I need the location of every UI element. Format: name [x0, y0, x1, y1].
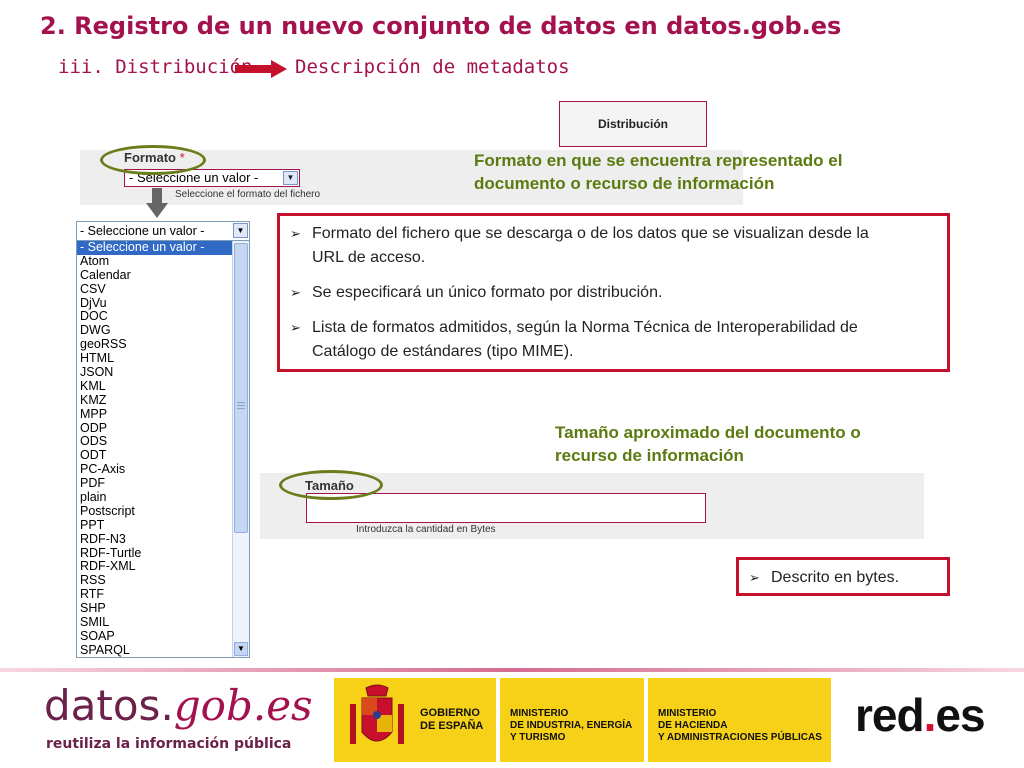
listbox-option[interactable]: RDF-N3: [77, 532, 233, 547]
tamano-input[interactable]: [306, 493, 706, 523]
note-line: documento o recurso de información: [474, 174, 775, 193]
distribution-tab-label: Distribución: [597, 117, 668, 131]
listbox-option[interactable]: DWG: [77, 323, 233, 338]
formato-description-note: Formato en que se encuentra representado…: [474, 149, 924, 195]
gov-text-line: DE ESPAÑA: [420, 720, 484, 732]
bullet-arrow-icon: ➢: [749, 570, 760, 585]
chevron-down-icon[interactable]: ▼: [233, 223, 248, 238]
coat-of-arms-icon: [350, 684, 404, 744]
scrollbar-thumb[interactable]: [234, 243, 248, 533]
listbox-option[interactable]: MPP: [77, 407, 233, 422]
note-line: Formato en que se encuentra representado…: [474, 151, 843, 170]
listbox-option[interactable]: DjVu: [77, 296, 233, 311]
note-line: recurso de información: [555, 446, 744, 465]
gobierno-espana-logo: GOBIERNO DE ESPAÑA: [334, 678, 496, 762]
gov-text-line: Y TURISMO: [510, 732, 566, 743]
listbox-option[interactable]: CSV: [77, 282, 233, 297]
formato-info-box: ➢ Formato del fichero que se descarga o …: [277, 213, 950, 372]
subtitle-section: iii. Distribución: [58, 56, 253, 78]
highlight-ellipse-formato: [100, 145, 206, 175]
bullet-arrow-icon: ➢: [290, 285, 301, 300]
tamano-description-note: Tamaño aproximado del documento o recurs…: [555, 421, 935, 467]
bullet-text: Lista de formatos admitidos, según la No…: [312, 319, 858, 336]
listbox-option[interactable]: JSON: [77, 365, 233, 380]
arrow-right-icon: [235, 60, 287, 78]
highlight-ellipse-tamano: [279, 470, 383, 500]
listbox-option[interactable]: - Seleccione un valor -: [77, 240, 233, 255]
bullet-text: Catálogo de estándares (tipo MIME).: [312, 343, 574, 360]
listbox-option[interactable]: Postscript: [77, 504, 233, 519]
ministerio-hacienda-logo: MINISTERIO DE HACIENDA Y ADMINISTRACIONE…: [648, 678, 831, 762]
redes-main: red: [855, 689, 925, 741]
listbox-option[interactable]: RTF: [77, 587, 233, 602]
listbox-option[interactable]: PPT: [77, 518, 233, 533]
red-es-logo: red.es: [855, 688, 986, 742]
slide-title: 2. Registro de un nuevo conjunto de dato…: [40, 12, 842, 40]
listbox-option[interactable]: HTML: [77, 351, 233, 366]
listbox-option[interactable]: Calendar: [77, 268, 233, 283]
bullet-item: ➢ Descrito en bytes.: [749, 566, 937, 590]
listbox-option[interactable]: KML: [77, 379, 233, 394]
listbox-option[interactable]: RDF-Turtle: [77, 546, 233, 561]
listbox-option[interactable]: PDF: [77, 476, 233, 491]
bullet-text: Descrito en bytes.: [771, 569, 900, 586]
listbox-option[interactable]: SOAP: [77, 629, 233, 644]
listbox-option[interactable]: ODT: [77, 448, 233, 463]
listbox-option[interactable]: ODP: [77, 421, 233, 436]
tamano-hint: Introduzca la cantidad en Bytes: [356, 524, 496, 535]
gov-text-line: MINISTERIO: [658, 708, 717, 719]
redes-end: es: [935, 689, 985, 741]
redes-dot: .: [923, 689, 937, 741]
bullet-item: ➢ Formato del fichero que se descarga o …: [290, 222, 937, 270]
bullet-text: URL de acceso.: [312, 249, 426, 266]
listbox-option[interactable]: DOC: [77, 310, 233, 324]
listbox-header[interactable]: - Seleccione un valor - ▼: [77, 222, 249, 241]
listbox-option[interactable]: RDF-XML: [77, 560, 233, 574]
listbox-option[interactable]: RSS: [77, 573, 233, 588]
listbox-option[interactable]: SHP: [77, 601, 233, 616]
listbox-option[interactable]: KMZ: [77, 393, 233, 408]
datos-gob-es-logo: datos.gob.es: [44, 678, 313, 734]
brand-accent: gob.es: [173, 681, 313, 730]
gov-text-line: DE INDUSTRIA, ENERGÍA: [510, 720, 633, 731]
gov-text-line: DE HACIENDA: [658, 720, 728, 731]
scrollbar-grip-icon: — — —: [237, 398, 245, 413]
brand-tagline: reutiliza la información pública: [46, 736, 292, 752]
gov-text-line: MINISTERIO: [510, 708, 569, 719]
brand-main: datos.: [44, 681, 174, 730]
bullet-arrow-icon: ➢: [290, 226, 301, 241]
bullet-item: ➢ Se especificará un único formato por d…: [290, 281, 937, 305]
listbox-scrollbar[interactable]: — — — ▼: [232, 241, 249, 657]
gov-text-line: Y ADMINISTRACIONES PÚBLICAS: [658, 732, 822, 743]
tamano-info-box: ➢ Descrito en bytes.: [736, 557, 950, 596]
listbox-option[interactable]: SPARQL: [77, 643, 233, 657]
scroll-down-icon[interactable]: ▼: [234, 642, 248, 656]
formato-hint: Seleccione el formato del fichero: [175, 189, 321, 200]
bullet-text: Formato del fichero que se descarga o de…: [312, 225, 869, 242]
subtitle-topic: Descripción de metadatos: [295, 56, 570, 78]
gov-text-line: GOBIERNO: [420, 707, 480, 719]
ministerio-industria-logo: MINISTERIO DE INDUSTRIA, ENERGÍA Y TURIS…: [500, 678, 644, 762]
listbox-header-value: - Seleccione un valor -: [80, 224, 205, 238]
distribution-tab[interactable]: Distribución: [559, 101, 707, 147]
listbox-option[interactable]: PC-Axis: [77, 462, 233, 477]
note-line: Tamaño aproximado del documento o: [555, 423, 861, 442]
bullet-item: ➢ Lista de formatos admitidos, según la …: [290, 316, 937, 364]
listbox-option[interactable]: plain: [77, 490, 233, 505]
listbox-option[interactable]: geoRSS: [77, 337, 233, 352]
listbox-options: - Seleccione un valor - Atom Calendar CSV Dj…: [77, 240, 233, 657]
arrow-down-icon: [146, 188, 168, 218]
bullet-arrow-icon: ➢: [290, 320, 301, 335]
formato-listbox[interactable]: - Seleccione un valor - ▼ - Seleccione u…: [76, 221, 250, 658]
chevron-down-icon[interactable]: ▼: [283, 171, 298, 185]
listbox-option[interactable]: Atom: [77, 254, 233, 269]
listbox-option[interactable]: SMIL: [77, 615, 233, 630]
listbox-option[interactable]: ODS: [77, 435, 233, 449]
bullet-text: Se especificará un único formato por dis…: [312, 284, 663, 301]
